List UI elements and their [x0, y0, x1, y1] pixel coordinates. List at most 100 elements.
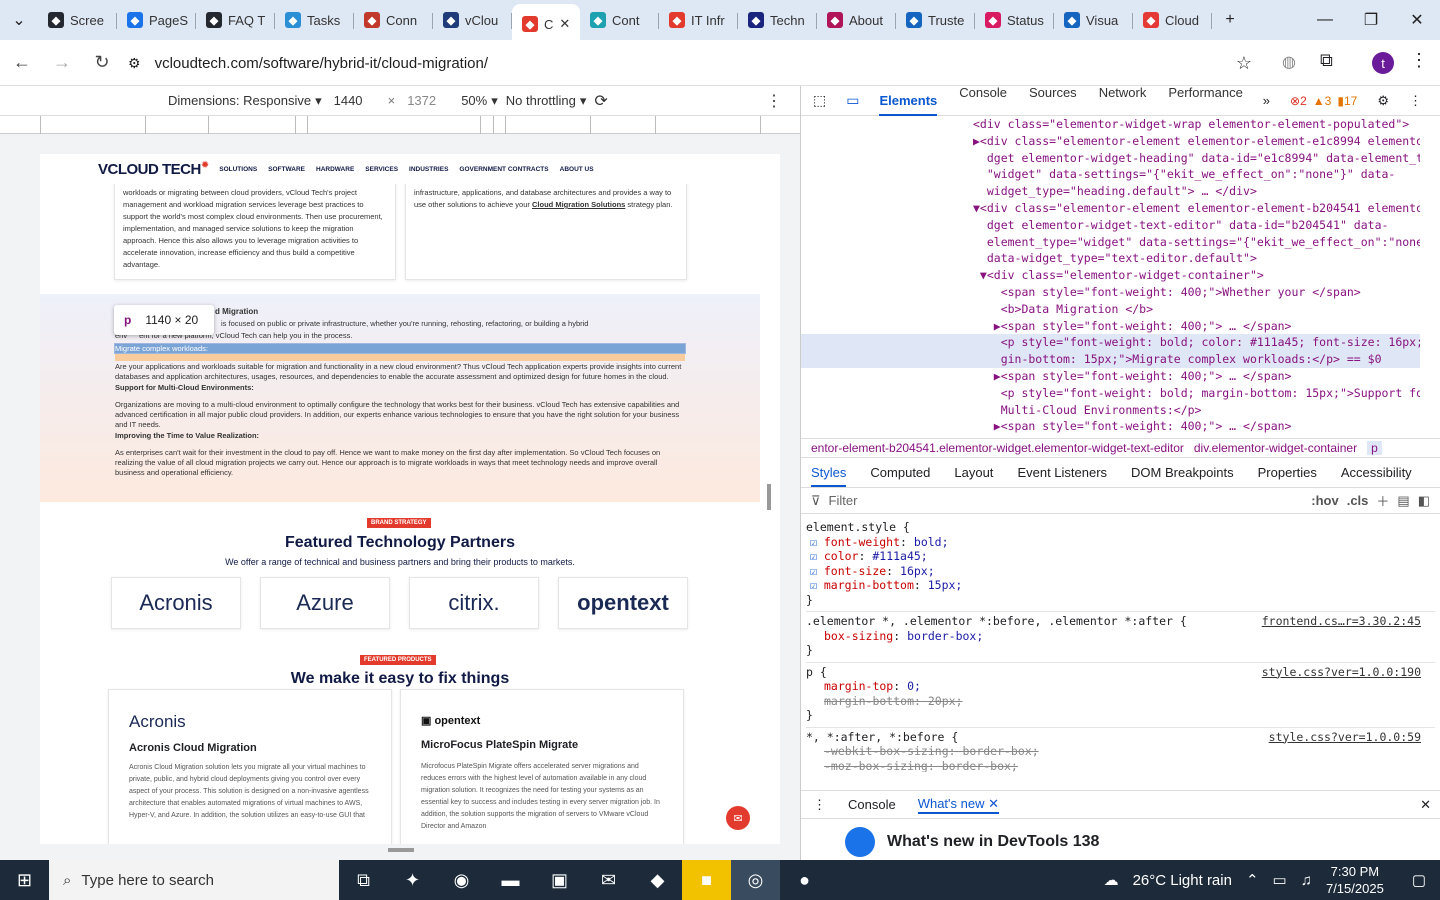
- resize-handle-bottom[interactable]: [388, 848, 414, 852]
- network-icon[interactable]: ▭: [1273, 871, 1287, 889]
- product-card-platespin[interactable]: ▣ opentext MicroFocus PlateSpin Migrate …: [400, 689, 684, 844]
- dom-node-line[interactable]: <b>Data Migration </b>: [801, 301, 1420, 318]
- source-link[interactable]: style.css?ver=1.0.0:190: [1262, 665, 1421, 680]
- devtools-tab[interactable]: Console: [959, 85, 1007, 116]
- browser-tab[interactable]: ◆ vClou: [433, 4, 512, 36]
- styles-subtab[interactable]: Event Listeners: [1017, 465, 1107, 480]
- browser-tab[interactable]: ◆ IT Infr: [659, 4, 738, 36]
- back-icon[interactable]: ←: [4, 45, 40, 81]
- dom-node-line[interactable]: ▼<div class="elementor-element elementor…: [801, 200, 1420, 217]
- dom-node-line[interactable]: <span style="font-weight: 400;">Whether …: [801, 284, 1420, 301]
- devtools-tab[interactable]: Elements: [879, 93, 938, 116]
- checkbox[interactable]: ☑: [810, 549, 824, 563]
- site-nav-item[interactable]: ABOUT US: [560, 166, 594, 173]
- partner-card[interactable]: citrix.: [409, 577, 539, 629]
- weather-icon[interactable]: ☁: [1104, 871, 1119, 889]
- device-more-icon[interactable]: ⋮: [766, 91, 782, 111]
- clock[interactable]: 7:30 PM 7/15/2025: [1326, 863, 1384, 897]
- close-tab-icon[interactable]: ✕: [559, 16, 570, 32]
- issue-counters[interactable]: ⊗2 ▲3 ▮17: [1290, 94, 1357, 108]
- edge-icon[interactable]: ◉: [437, 860, 486, 900]
- dom-node-line[interactable]: "widget" data-settings="{"ekit_we_effect…: [801, 166, 1420, 183]
- dom-node-line[interactable]: ▶<div class="elementor-element elementor…: [801, 133, 1420, 150]
- cls-toggle[interactable]: .cls: [1347, 493, 1369, 508]
- site-nav-item[interactable]: HARDWARE: [316, 166, 354, 173]
- site-nav-item[interactable]: SOLUTIONS: [219, 166, 257, 173]
- product-card-acronis[interactable]: Acronis Acronis Cloud Migration Acronis …: [108, 689, 392, 844]
- drawer-menu-icon[interactable]: ⋮: [813, 797, 826, 813]
- styles-subtab[interactable]: DOM Breakpoints: [1131, 465, 1234, 480]
- partner-card[interactable]: Acronis: [111, 577, 241, 629]
- browser-tab[interactable]: ◆ About: [817, 4, 896, 36]
- partner-card[interactable]: Azure: [260, 577, 390, 629]
- throttle-select[interactable]: No throttling ▾: [506, 93, 587, 109]
- app-icon[interactable]: ◆: [633, 860, 682, 900]
- close-window-button[interactable]: ✕: [1394, 0, 1440, 40]
- taskbar-search[interactable]: ⌕ Type here to search: [49, 860, 339, 900]
- browser-tab[interactable]: ◆ Tasks: [275, 4, 354, 36]
- resize-handle-right[interactable]: [767, 484, 771, 510]
- dom-node-line[interactable]: ▶<span style="font-weight: 400;"> … </sp…: [801, 318, 1420, 335]
- close-drawer-icon[interactable]: ✕: [1420, 797, 1431, 813]
- device-toggle-icon[interactable]: ▭: [846, 92, 859, 109]
- zoom-icon[interactable]: ●: [780, 860, 829, 900]
- drawer-tab-whats-new[interactable]: What's new ✕: [917, 796, 1000, 814]
- breadcrumb-item[interactable]: p: [1367, 441, 1382, 455]
- copilot-icon[interactable]: ✦: [388, 860, 437, 900]
- checkbox[interactable]: ☑: [810, 535, 824, 549]
- maximize-button[interactable]: ❐: [1348, 0, 1394, 40]
- breadcrumb-item[interactable]: div.elementor-widget-container: [1194, 441, 1357, 455]
- styles-filter-input[interactable]: Filter: [829, 493, 1304, 508]
- width-input[interactable]: 1440: [330, 91, 380, 110]
- reload-icon[interactable]: ↻: [84, 45, 120, 81]
- source-link[interactable]: style.css?ver=1.0.0:59: [1269, 730, 1421, 745]
- address-bar[interactable]: ⚙ vcloudtech.com/software/hybrid-it/clou…: [118, 46, 1268, 80]
- tab-search-icon[interactable]: ⌄: [0, 0, 38, 40]
- hov-toggle[interactable]: :hov: [1311, 493, 1338, 508]
- sticky-notes-icon[interactable]: ■: [682, 860, 731, 900]
- dimensions-select[interactable]: Dimensions: Responsive ▾: [168, 93, 322, 109]
- inspect-element-icon[interactable]: ⬚: [813, 92, 826, 109]
- profile-avatar[interactable]: t: [1372, 52, 1394, 74]
- dom-node-line[interactable]: <p style="font-weight: bold; margin-bott…: [801, 385, 1420, 402]
- styles-subtab[interactable]: Styles: [811, 465, 847, 487]
- browser-tab[interactable]: ◆ Techn: [738, 4, 817, 36]
- bookmark-star-icon[interactable]: ☆: [1236, 53, 1252, 74]
- dom-node-line[interactable]: ▶<span style="font-weight: 400;"> … </sp…: [801, 418, 1420, 435]
- media-query-ruler[interactable]: [0, 116, 800, 134]
- new-tab-button[interactable]: +: [1212, 0, 1248, 40]
- elements-tree[interactable]: <div class="elementor-widget-wrap elemen…: [801, 116, 1440, 438]
- checkbox[interactable]: ☑: [810, 564, 824, 578]
- weather-text[interactable]: 26°C Light rain: [1133, 872, 1232, 889]
- tray-chevron-icon[interactable]: ⌃: [1246, 871, 1259, 889]
- checkbox[interactable]: ☑: [810, 578, 824, 592]
- extensions-icon[interactable]: ⧉: [1320, 50, 1333, 71]
- settings-gear-icon[interactable]: ⚙: [1377, 93, 1389, 109]
- source-link[interactable]: frontend.cs…r=3.30.2:45: [1262, 614, 1421, 629]
- browser-tab[interactable]: ◆ Scree: [38, 4, 117, 36]
- browser-tab[interactable]: ◆ FAQ T: [196, 4, 275, 36]
- devtools-tab[interactable]: Sources: [1029, 85, 1077, 116]
- browser-menu-icon[interactable]: ⋮: [1410, 50, 1428, 71]
- browser-tab[interactable]: ◆ Visua: [1054, 4, 1133, 36]
- windows-start-icon[interactable]: ⊞: [0, 860, 49, 900]
- dom-node-line[interactable]: <div class="elementor-widget-wrap elemen…: [801, 116, 1420, 133]
- browser-tab[interactable]: ◆ Conn: [354, 4, 433, 36]
- dom-node-line[interactable]: data-widget_type="text-editor.default">: [801, 250, 1420, 267]
- file-explorer-icon[interactable]: ▬: [486, 860, 535, 900]
- notifications-icon[interactable]: ▢: [1412, 871, 1426, 889]
- devtools-menu-icon[interactable]: ⋮: [1409, 93, 1422, 109]
- dom-node-line[interactable]: element_type="widget" data-settings="{"e…: [801, 234, 1420, 251]
- sidebar-toggle-icon[interactable]: ◧: [1418, 493, 1430, 509]
- dom-node-line[interactable]: dget elementor-widget-text-editor" data-…: [801, 217, 1420, 234]
- translate-icon[interactable]: ◍: [1282, 52, 1296, 72]
- site-info-icon[interactable]: ⚙: [128, 55, 141, 72]
- dom-node-line[interactable]: dget elementor-widget-heading" data-id="…: [801, 150, 1420, 167]
- site-nav-item[interactable]: SERVICES: [365, 166, 398, 173]
- browser-tab[interactable]: ◆ Cont: [580, 4, 659, 36]
- drawer-tab-console[interactable]: Console: [848, 797, 896, 812]
- store-icon[interactable]: ▣: [535, 860, 584, 900]
- more-tabs-icon[interactable]: »: [1263, 93, 1270, 108]
- task-view-icon[interactable]: ⧉: [339, 860, 388, 900]
- devtools-tab[interactable]: Performance: [1168, 85, 1242, 116]
